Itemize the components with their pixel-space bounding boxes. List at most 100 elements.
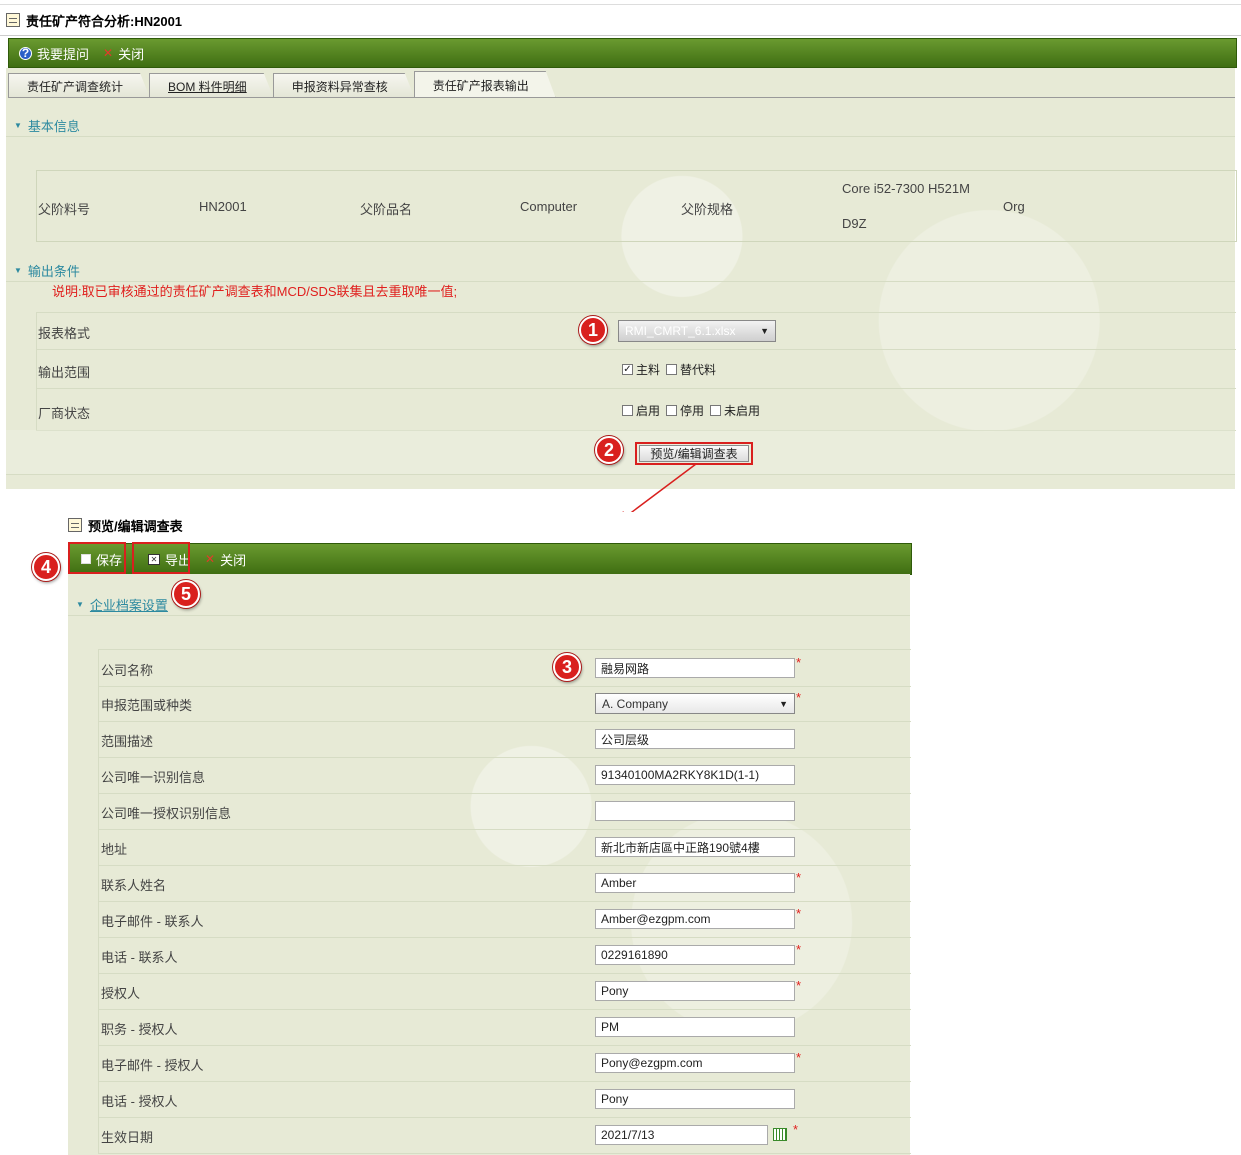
field-input[interactable]: 融易网路 xyxy=(595,658,795,678)
field-input[interactable]: 91340100MA2RKY8K1D(1-1) xyxy=(595,765,795,785)
step-badge-3: 3 xyxy=(553,653,581,681)
required-marker: * xyxy=(796,655,802,670)
declaration-scope-select[interactable]: A. Company ▼ xyxy=(595,693,795,714)
output-conditions-header[interactable]: ▼ 输出条件 xyxy=(6,259,1235,282)
field-label: 地址 xyxy=(101,842,128,857)
tab-anomaly-check[interactable]: 申报资料异常查核 xyxy=(273,73,415,98)
checkbox-icon xyxy=(710,405,722,416)
form-row: 范围描述 公司层级 xyxy=(98,721,911,758)
parent-extra-value: Org xyxy=(1003,199,1025,214)
required-marker: * xyxy=(796,942,802,957)
field-input[interactable]: Amber xyxy=(595,873,795,893)
form-row: 公司唯一识别信息 91340100MA2RKY8K1D(1-1) xyxy=(98,757,911,794)
checkbox-label: 停用 xyxy=(680,404,705,418)
chevron-down-icon: ▼ xyxy=(779,698,788,709)
help-icon: ? xyxy=(19,46,32,60)
parent-part-label: 父阶料号 xyxy=(38,202,91,217)
field-input[interactable]: 2021/7/13 xyxy=(595,1125,768,1145)
field-input[interactable]: PM xyxy=(595,1017,795,1037)
tab-bom-detail[interactable]: BOM 料件明细 xyxy=(149,73,274,98)
form-row: 申报范围或种类 A. Company ▼ * xyxy=(98,685,911,722)
required-marker: * xyxy=(796,978,802,993)
required-marker: * xyxy=(796,906,802,921)
parent-spec-label: 父阶规格 xyxy=(681,202,734,217)
form-row: 公司唯一授权识别信息 xyxy=(98,793,911,830)
form-row: 电话 - 授权人 Pony xyxy=(98,1081,911,1118)
tab-mineral-survey[interactable]: 责任矿产调查统计 xyxy=(8,73,150,98)
select-value: A. Company xyxy=(602,696,669,711)
field-input[interactable]: Pony@ezgpm.com xyxy=(595,1053,795,1073)
window-title: 预览/编辑调查表 xyxy=(88,518,183,534)
tab-report-output[interactable]: 责任矿产报表输出 xyxy=(414,71,556,98)
close-button[interactable]: ✕ 关闭 xyxy=(205,550,246,569)
field-label: 电话 - 联系人 xyxy=(101,950,178,965)
tab-divider xyxy=(8,97,1235,98)
required-marker: * xyxy=(796,690,802,705)
vendor-options: 启用 停用 未启用 xyxy=(622,402,766,419)
step-badge-5: 5 xyxy=(172,580,200,608)
tab-label: BOM 料件明细 xyxy=(168,79,247,94)
field-input[interactable]: 0229161890 xyxy=(595,945,795,965)
field-label: 联系人姓名 xyxy=(101,878,167,893)
export-button-highlight xyxy=(132,542,190,574)
tab-bar: 责任矿产调查统计 BOM 料件明细 申报资料异常查核 责任矿产报表输出 xyxy=(8,72,555,98)
vendor-label: 厂商状态 xyxy=(38,406,91,421)
save-button-highlight xyxy=(68,542,126,574)
field-label: 公司名称 xyxy=(101,663,154,678)
section-title: 输出条件 xyxy=(27,263,80,279)
preview-toolbar: 保存 ✕ 导出 ✕ 关闭 xyxy=(68,543,912,575)
checkbox-label: 主料 xyxy=(636,363,661,377)
substitute-material-checkbox[interactable]: 替代料 xyxy=(666,361,716,378)
field-label: 范围描述 xyxy=(101,734,154,749)
checkbox-icon xyxy=(622,405,633,416)
parent-name-label: 父阶品名 xyxy=(360,202,413,217)
vendor-disabled-checkbox[interactable]: 停用 xyxy=(666,402,704,419)
checkbox-icon xyxy=(666,364,678,375)
field-label: 公司唯一授权识别信息 xyxy=(101,806,232,821)
basic-info-header[interactable]: ▼ 基本信息 xyxy=(6,114,1235,137)
required-marker: * xyxy=(796,1050,802,1065)
main-toolbar: ? 我要提问 ✕ 关闭 xyxy=(8,38,1237,68)
close-icon: ✕ xyxy=(103,46,114,60)
checkbox-label: 未启用 xyxy=(724,404,761,418)
form-row: 联系人姓名 Amber * xyxy=(98,865,911,902)
vendor-enabled-checkbox[interactable]: 启用 xyxy=(622,402,660,419)
range-options: ✓ 主料 替代料 xyxy=(622,361,722,378)
field-input[interactable]: Pony xyxy=(595,981,795,1001)
main-material-checkbox[interactable]: ✓ 主料 xyxy=(622,361,660,378)
tab-label: 责任矿产调查统计 xyxy=(27,79,124,94)
form-row: 职务 - 授权人 PM xyxy=(98,1009,911,1046)
checkbox-checked-icon: ✓ xyxy=(622,364,633,375)
vendor-unused-checkbox[interactable]: 未启用 xyxy=(710,402,760,419)
field-label: 授权人 xyxy=(101,986,141,1001)
close-icon: ✕ xyxy=(205,552,216,566)
form-row: 电话 - 联系人 0229161890 * xyxy=(98,937,911,974)
parent-spec-line2: D9Z xyxy=(842,216,867,231)
form-row: 授权人 Pony * xyxy=(98,973,911,1010)
collapse-chevron-icon: ▼ xyxy=(76,599,84,609)
format-select[interactable]: RMI_CMRT_6.1.xlsx ▼ xyxy=(618,320,776,342)
field-input[interactable]: 新北市新店區中正路190號4樓 xyxy=(595,837,795,857)
close-label: 关闭 xyxy=(118,46,145,62)
parent-name-value: Computer xyxy=(520,199,578,214)
help-button[interactable]: ? 我要提问 xyxy=(19,44,89,63)
field-label: 职务 - 授权人 xyxy=(101,1022,178,1037)
main-window: 责任矿产符合分析:HN2001 ? 我要提问 ✕ 关闭 责任矿产调查统计 BOM… xyxy=(0,0,1241,490)
form-row: 公司名称 融易网路 * xyxy=(98,649,911,687)
field-input[interactable] xyxy=(595,801,795,821)
tab-label: 责任矿产报表输出 xyxy=(432,78,529,93)
section-title: 企业档案设置 xyxy=(89,597,168,613)
output-note: 说明:取已审核通过的责任矿产调查表和MCD/SDS联集且去重取唯一值; xyxy=(52,284,458,299)
form-row: 生效日期 2021/7/13 * xyxy=(98,1117,911,1154)
calendar-icon[interactable] xyxy=(773,1128,787,1141)
close-button[interactable]: ✕ 关闭 xyxy=(103,44,144,63)
step-badge-4: 4 xyxy=(32,553,60,581)
field-input[interactable]: Amber@ezgpm.com xyxy=(595,909,795,929)
required-marker: * xyxy=(796,870,802,885)
field-label: 电子邮件 - 授权人 xyxy=(101,1058,204,1073)
form-row: 电子邮件 - 授权人 Pony@ezgpm.com * xyxy=(98,1045,911,1082)
parent-part-value: HN2001 xyxy=(199,199,247,214)
field-input[interactable]: Pony xyxy=(595,1089,795,1109)
field-input[interactable]: 公司层级 xyxy=(595,729,795,749)
field-label: 生效日期 xyxy=(101,1130,154,1145)
